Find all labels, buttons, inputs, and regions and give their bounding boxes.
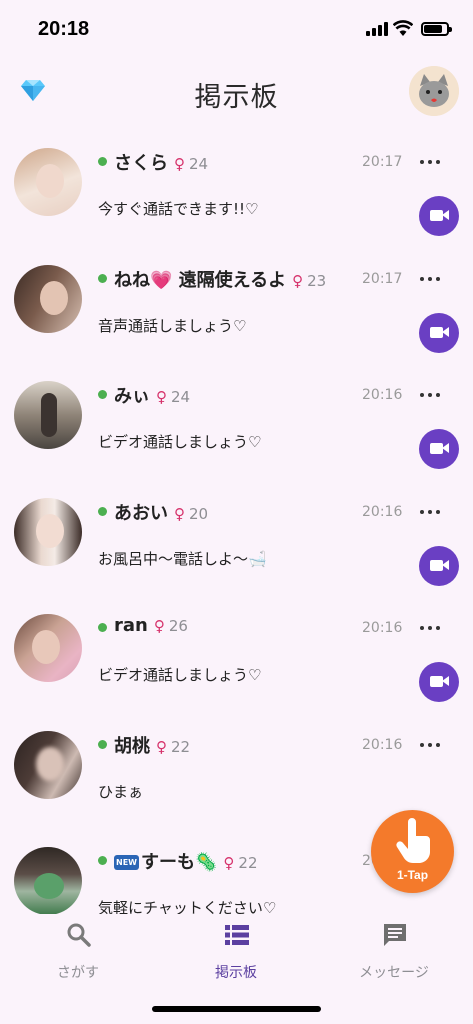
post-age: 22 [238, 854, 258, 872]
user-avatar[interactable] [14, 264, 82, 333]
post-username-line: みぃ ♀ 24 [114, 382, 190, 408]
online-status-dot [98, 739, 107, 749]
online-status-dot [98, 856, 107, 865]
list-icon [225, 925, 249, 945]
post-item[interactable]: さくら ♀ 24 20:17 今すぐ通話できます!!♡ [0, 130, 473, 247]
more-options-icon[interactable] [420, 509, 440, 516]
battery-icon [421, 22, 452, 36]
online-status-dot [98, 506, 107, 516]
post-username: さくら [114, 153, 168, 174]
post-time: 20:16 [362, 503, 403, 520]
post-age: 26 [168, 617, 188, 635]
video-call-button[interactable] [419, 429, 459, 469]
post-message: 今すぐ通話できます!!♡ [98, 200, 259, 218]
chat-icon [384, 924, 406, 946]
tab-search[interactable]: さがす [18, 922, 138, 981]
more-options-icon[interactable] [420, 393, 440, 399]
post-item[interactable]: ran ♀ 26 20:16 ビデオ通話しましょう♡ [0, 596, 473, 713]
post-username: すーも🦠 [140, 852, 218, 873]
post-age: 20 [189, 504, 209, 523]
more-options-icon[interactable] [420, 160, 440, 166]
post-username-line: NEW すーも🦠 ♀ 22 [114, 848, 258, 874]
post-username-line: ran ♀ 26 [114, 615, 188, 636]
header: 掲示板 [0, 60, 473, 124]
post-username-line: あおい ♀ 20 [114, 499, 208, 525]
post-age: 23 [307, 271, 327, 290]
post-username-line: ねね💗 遠隔使えるよ ♀ 23 [114, 266, 326, 292]
post-item[interactable]: ねね💗 遠隔使えるよ ♀ 23 20:17 音声通話しましょう♡ [0, 247, 473, 364]
post-username: あおい [114, 502, 168, 524]
user-avatar[interactable] [14, 730, 82, 799]
post-message: ビデオ通話しましょう♡ [98, 433, 262, 451]
tab-label: メッセージ [359, 965, 429, 981]
user-avatar[interactable] [14, 497, 82, 566]
tap-hand-icon [396, 818, 430, 863]
post-item[interactable]: あおい ♀ 20 20:16 お風呂中〜電話しよ〜🛁 [0, 480, 473, 597]
page-title: 掲示板 [194, 82, 279, 113]
gender-icon: ♀ [156, 388, 167, 406]
post-username: みぃ [114, 386, 150, 407]
video-call-button[interactable] [419, 662, 459, 702]
user-avatar[interactable] [14, 614, 82, 682]
status-bar: 20:18 [0, 0, 473, 60]
post-username: ran [114, 615, 148, 636]
tab-board[interactable]: 掲示板 [176, 922, 296, 981]
home-indicator[interactable] [152, 1006, 321, 1012]
post-time: 20:17 [362, 154, 403, 170]
cellular-signal-icon [366, 22, 388, 36]
post-age: 24 [189, 155, 209, 173]
post-time: 20:17 [362, 270, 403, 287]
post-message: ひまぁ [98, 782, 144, 801]
post-time: 20:16 [362, 387, 403, 403]
gender-icon: ♀ [292, 271, 304, 290]
status-time: 20:18 [38, 18, 90, 40]
user-avatar[interactable] [14, 148, 82, 216]
gender-icon: ♀ [153, 617, 165, 635]
gender-icon: ♀ [156, 737, 167, 756]
more-options-icon[interactable] [420, 742, 440, 749]
post-age: 24 [171, 388, 191, 406]
post-message: 気軽にチャットください♡ [98, 899, 277, 915]
post-username: ねね💗 遠隔使えるよ [114, 269, 287, 291]
post-list[interactable]: さくら ♀ 24 20:17 今すぐ通話できます!!♡ ねね💗 遠隔使えるよ ♀ 23 … [0, 130, 473, 915]
tab-messages[interactable]: メッセージ [334, 922, 454, 981]
post-message: お風呂中〜電話しよ〜🛁 [98, 549, 267, 568]
post-time: 20:16 [362, 620, 403, 636]
post-message: 音声通話しましょう♡ [98, 316, 247, 335]
post-age: 22 [171, 737, 191, 756]
post-message: ビデオ通話しましょう♡ [98, 666, 262, 684]
online-status-dot [98, 157, 107, 166]
one-tap-button[interactable]: 1-Tap [371, 810, 454, 893]
tab-label: 掲示板 [215, 965, 257, 981]
video-call-button[interactable] [419, 545, 459, 586]
post-username-line: さくら ♀ 24 [114, 149, 208, 175]
gender-icon: ♀ [174, 504, 185, 523]
user-avatar[interactable] [14, 847, 82, 915]
gender-icon: ♀ [223, 854, 235, 872]
post-username: 胡桃 [114, 735, 150, 757]
cat-avatar-icon [409, 66, 459, 116]
more-options-icon[interactable] [420, 276, 440, 283]
user-avatar[interactable] [14, 381, 82, 449]
post-time: 20:16 [362, 736, 403, 753]
online-status-dot [98, 273, 107, 283]
video-call-button[interactable] [419, 312, 459, 353]
one-tap-label: 1-Tap [396, 868, 429, 882]
search-icon [67, 923, 91, 947]
online-status-dot [98, 623, 107, 632]
tab-label: さがす [57, 965, 99, 981]
wifi-icon [393, 20, 413, 36]
online-status-dot [98, 390, 107, 399]
post-username-line: 胡桃 ♀ 22 [114, 732, 190, 758]
post-item[interactable]: みぃ ♀ 24 20:16 ビデオ通話しましょう♡ [0, 363, 473, 480]
more-options-icon[interactable] [420, 626, 440, 632]
video-call-button[interactable] [419, 196, 459, 236]
new-badge-icon: NEW [114, 855, 139, 870]
profile-avatar[interactable] [409, 66, 459, 116]
gender-icon: ♀ [174, 155, 185, 173]
